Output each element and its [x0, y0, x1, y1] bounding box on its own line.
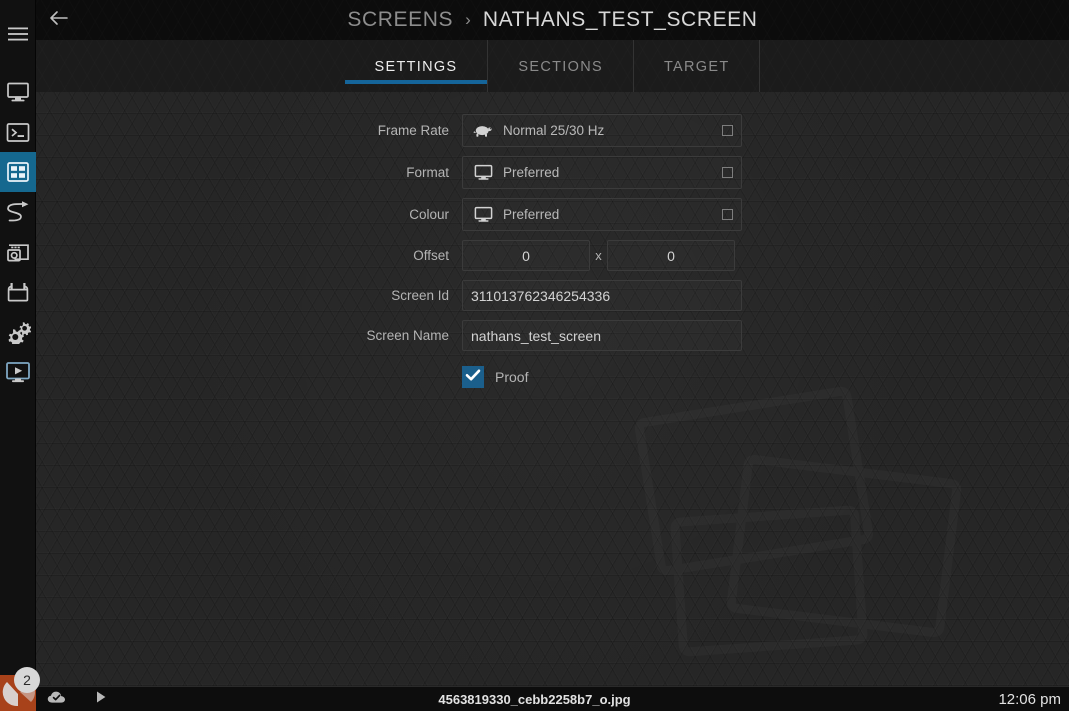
frame-rate-value: Normal 25/30 Hz: [503, 123, 605, 138]
hamburger-menu-icon: [7, 26, 29, 42]
form-row-format: Format Preferred: [36, 156, 1069, 189]
arrow-left-icon: [48, 10, 69, 31]
offset-label: Offset: [413, 248, 449, 263]
tab-settings[interactable]: SETTINGS: [344, 40, 489, 92]
back-button[interactable]: [36, 0, 80, 40]
terminal-icon: [6, 122, 30, 143]
tab-target[interactable]: TARGET: [634, 40, 761, 92]
form-row-proof: Proof: [36, 366, 1069, 388]
sidebar-item-playback[interactable]: [0, 352, 36, 392]
cloud-sync-button[interactable]: [40, 687, 74, 711]
camera-capture-icon: [6, 242, 30, 263]
tortoise-icon: [473, 121, 493, 141]
form-row-colour: Colour Preferred: [36, 198, 1069, 231]
screen-name-input[interactable]: [462, 320, 742, 351]
sidebar-item-capture[interactable]: [0, 232, 36, 272]
monitor-play-icon: [5, 361, 31, 384]
sidebar-item-settings[interactable]: [0, 312, 36, 352]
app-launcher-button[interactable]: 2: [0, 667, 40, 711]
monitor-icon: [473, 163, 493, 183]
offset-separator: x: [595, 248, 602, 263]
proof-checkbox[interactable]: [462, 366, 484, 388]
form-row-offset: Offset x: [36, 240, 1069, 271]
sidebar-item-terminal[interactable]: [0, 112, 36, 152]
status-clock: 12:06 pm: [998, 690, 1061, 708]
form-row-screen-id: Screen Id: [36, 280, 1069, 311]
monitor-icon: [473, 205, 493, 225]
calendar-icon: [6, 281, 30, 303]
frame-rate-select[interactable]: Normal 25/30 Hz: [462, 114, 742, 147]
tab-settings-label: SETTINGS: [374, 59, 458, 75]
tab-target-label: TARGET: [663, 59, 730, 75]
form-row-screen-name: Screen Name: [36, 320, 1069, 351]
breadcrumb-current-screen: NATHANS_TEST_SCREEN: [482, 8, 758, 31]
play-triangle-icon: [95, 690, 107, 709]
sidebar-item-schedule[interactable]: [0, 272, 36, 312]
notification-badge: 2: [14, 667, 40, 693]
breadcrumb-separator-icon: ›: [465, 10, 471, 29]
gears-icon: [5, 320, 31, 344]
proof-label: Proof: [495, 369, 529, 385]
format-label: Format: [406, 165, 449, 180]
monitor-icon: [6, 81, 30, 103]
cable-routing-icon: [5, 200, 31, 224]
tab-sections-label: SECTIONS: [518, 59, 603, 75]
settings-form: Frame Rate Normal 25/30 Hz Format Prefer…: [36, 92, 1069, 388]
breadcrumb: SCREENS › NATHANS_TEST_SCREEN: [80, 8, 1025, 32]
frame-rate-label: Frame Rate: [377, 123, 449, 138]
play-button[interactable]: [84, 687, 118, 711]
square-outline-icon[interactable]: [722, 125, 733, 136]
sidebar-item-routing[interactable]: [0, 192, 36, 232]
form-row-frame-rate: Frame Rate Normal 25/30 Hz: [36, 114, 1069, 147]
left-sidebar: [0, 0, 36, 686]
checkmark-icon: [465, 368, 481, 387]
screen-name-label: Screen Name: [366, 328, 449, 343]
tab-bar: SETTINGS SECTIONS TARGET: [36, 40, 1069, 92]
sidebar-item-screens[interactable]: [0, 152, 36, 192]
status-bar-actions: [40, 687, 118, 711]
format-value: Preferred: [503, 165, 560, 180]
colour-value: Preferred: [503, 207, 560, 222]
status-bar: 4563819330_cebb2258b7_o.jpg 12:06 pm: [0, 686, 1069, 711]
background-watermark: [609, 376, 1029, 676]
grid-screens-icon: [6, 161, 30, 183]
offset-x-input[interactable]: [462, 240, 590, 271]
colour-label: Colour: [409, 207, 449, 222]
square-outline-icon[interactable]: [722, 167, 733, 178]
square-outline-icon[interactable]: [722, 209, 733, 220]
application-window: SCREENS › NATHANS_TEST_SCREEN SETTINGS S…: [0, 0, 1069, 711]
sidebar-item-display[interactable]: [0, 72, 36, 112]
screen-id-input[interactable]: [462, 280, 742, 311]
breadcrumb-parent-screens[interactable]: SCREENS: [347, 8, 453, 32]
sidebar-item-menu[interactable]: [0, 14, 36, 54]
tab-sections[interactable]: SECTIONS: [488, 40, 634, 92]
format-select[interactable]: Preferred: [462, 156, 742, 189]
colour-select[interactable]: Preferred: [462, 198, 742, 231]
offset-y-input[interactable]: [607, 240, 735, 271]
top-header: SCREENS › NATHANS_TEST_SCREEN: [36, 0, 1069, 40]
cloud-check-icon: [47, 690, 67, 709]
screen-id-label: Screen Id: [391, 288, 449, 303]
status-filename: 4563819330_cebb2258b7_o.jpg: [438, 691, 631, 707]
settings-panel: Frame Rate Normal 25/30 Hz Format Prefer…: [36, 92, 1069, 686]
